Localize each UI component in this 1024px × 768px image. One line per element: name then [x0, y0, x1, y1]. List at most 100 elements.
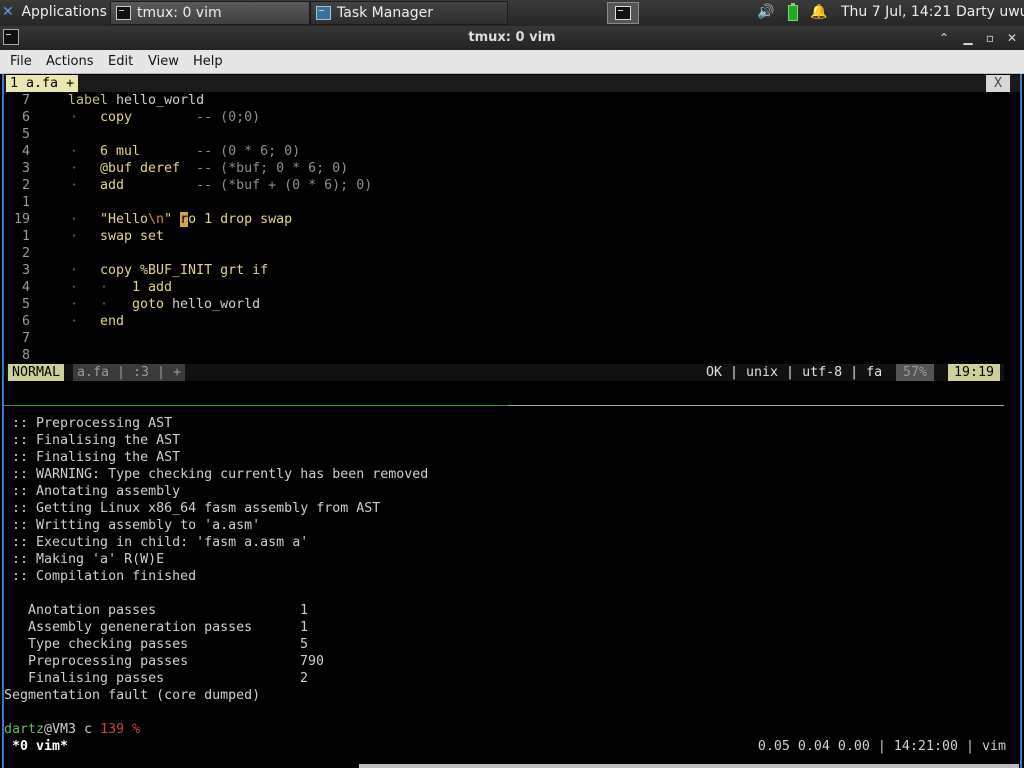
vim-line-number: 2	[21, 246, 30, 261]
panel-clock[interactable]: Thu 7 Jul, 14:21	[841, 0, 951, 26]
vim-line[interactable]: 3 · copy %BUF_INIT grt if	[4, 262, 1004, 279]
output-line: :: WARNING: Type checking currently has …	[12, 467, 429, 482]
vim-line-number: 8	[21, 348, 30, 363]
code-token: -- (*buf; 0 * 6; 0)	[180, 161, 349, 176]
terminal-area[interactable]: 1 a.fa + X 7 label hello_world 6 · copy -- (…	[2, 74, 1022, 768]
vim-line[interactable]: 3 · @buf deref -- (*buf; 0 * 6; 0)	[4, 160, 1004, 177]
tmux-pane-divider[interactable]	[4, 405, 1004, 406]
segfault-message: Segmentation fault (core dumped)	[4, 688, 261, 703]
vim-line[interactable]: 6 · copy -- (0;0)	[4, 109, 1004, 126]
vim-line-number: 5	[21, 297, 30, 312]
window-title: tmux: 0 vim	[468, 30, 556, 45]
vim-line[interactable]: 1	[4, 194, 1004, 211]
stat-name: Type checking passes	[28, 637, 189, 652]
vim-line-text: goto hello_world	[132, 296, 260, 313]
indent-guide: ·	[70, 297, 79, 312]
menu-bar: File Actions Edit View Help	[0, 50, 1024, 74]
volume-icon[interactable]: 🔊	[757, 0, 774, 26]
vim-line[interactable]: 4 · 6 mul -- (0 * 6; 0)	[4, 143, 1004, 160]
code-token: hello_world	[164, 297, 261, 312]
vim-cursor: r	[180, 212, 189, 227]
indent-guide: ·	[70, 161, 79, 176]
notification-bell-icon[interactable]: 🔔	[810, 0, 827, 26]
terminal-icon	[116, 6, 131, 20]
vim-line[interactable]: 6 · end	[4, 313, 1004, 330]
prompt-host: @VM3 c	[44, 722, 101, 737]
prompt-suffix: %	[124, 722, 141, 737]
battery-icon[interactable]	[788, 3, 798, 21]
stat-value: 1	[300, 603, 309, 618]
vim-line-text: copy -- (0;0)	[100, 109, 260, 126]
code-token: end	[100, 314, 125, 329]
vim-line[interactable]: 5 · · goto hello_world	[4, 296, 1004, 313]
vim-cursor-position: 19:19	[948, 364, 1001, 381]
vim-line-number: 1	[21, 229, 30, 244]
indent-guide: ·	[70, 178, 79, 193]
vim-line[interactable]: 8	[4, 347, 1004, 364]
horizontal-scrollbar[interactable]	[359, 764, 1019, 768]
taskbar-item-label: tmux: 0 vim	[137, 5, 222, 21]
stat-name: Anotation passes	[28, 603, 157, 618]
output-line: :: Making 'a' R(W)E	[12, 552, 165, 567]
indent-guide: ·	[70, 314, 79, 329]
indent-guide: ·	[70, 110, 79, 125]
indent-guide: ·	[70, 263, 79, 278]
vim-line[interactable]: 19 · "Hello\n" ro 1 drop swap	[4, 211, 1004, 228]
menu-help[interactable]: Help	[193, 50, 223, 73]
vim-scroll-percent: 57%	[896, 364, 935, 381]
taskbar-item-tmux[interactable]: tmux: 0 vim	[110, 1, 310, 25]
window-titlebar[interactable]: tmux: 0 vim ⌃ ▁ ▫ ✕	[0, 26, 1024, 50]
taskbar-item-label: Task Manager	[337, 5, 434, 21]
vim-line[interactable]: 4 · · 1 add	[4, 279, 1004, 296]
vim-line[interactable]: 5	[4, 126, 1004, 143]
code-token: 1 add	[132, 280, 173, 295]
stat-value: 1	[300, 620, 309, 635]
vim-line-number: 1	[21, 195, 30, 210]
vim-line[interactable]: 7 label hello_world	[4, 92, 1004, 109]
vim-tab-close-button[interactable]: X	[986, 75, 1010, 92]
indent-guide: ·	[70, 212, 79, 227]
indent-guide: ·	[100, 297, 109, 312]
indent-guide: ·	[100, 280, 109, 295]
vim-line-text: "Hello\n" ro 1 drop swap	[100, 211, 292, 228]
vim-line-text: 1 add	[132, 279, 172, 296]
menu-actions[interactable]: Actions	[46, 50, 94, 73]
vim-line-number: 7	[21, 93, 30, 108]
menu-file[interactable]: File	[10, 50, 32, 73]
code-token: @buf deref	[100, 161, 181, 176]
shade-icon[interactable]: ⌃	[934, 28, 954, 48]
taskbar-item-task-manager[interactable]: Task Manager	[310, 1, 508, 25]
vim-tab-active[interactable]: 1 a.fa +	[6, 75, 79, 92]
vim-line-number: 6	[21, 314, 30, 329]
maximize-icon[interactable]: ▫	[980, 28, 1000, 48]
vim-line[interactable]: 2	[4, 245, 1004, 262]
stat-value: 2	[300, 671, 309, 686]
prompt-user: dartz	[4, 722, 45, 737]
shell-prompt[interactable]: dartz@VM3 c 139 %	[4, 721, 140, 738]
code-token: add	[100, 178, 125, 193]
output-line: :: Writting assembly to 'a.asm'	[12, 518, 261, 533]
tmux-window-tab[interactable]: *0 vim*	[12, 738, 68, 755]
panel-user[interactable]: Darty uwu	[956, 0, 1024, 26]
xfce-logo-icon: ✕	[2, 4, 14, 20]
vim-line-number: 19	[13, 212, 30, 227]
applications-label: Applications	[21, 4, 107, 20]
indent-guide: ·	[70, 144, 79, 159]
menu-view[interactable]: View	[148, 50, 179, 73]
vim-line-text: add -- (*buf + (0 * 6); 0)	[100, 177, 372, 194]
code-token: goto	[132, 297, 165, 312]
tray-terminal-launcher[interactable]	[607, 2, 639, 24]
task-manager-icon	[316, 6, 331, 20]
minimize-icon[interactable]: ▁	[958, 28, 978, 48]
applications-menu[interactable]: ✕ Applications	[2, 0, 107, 26]
vim-line-number: 3	[21, 161, 30, 176]
vim-line[interactable]: 2 · add -- (*buf + (0 * 6); 0)	[4, 177, 1004, 194]
vim-mode: NORMAL	[8, 364, 65, 381]
close-icon[interactable]: ✕	[1002, 28, 1022, 48]
vim-line[interactable]: 7	[4, 330, 1004, 347]
stat-value: 5	[300, 637, 309, 652]
vim-line[interactable]: 1 · swap set	[4, 228, 1004, 245]
vim-line-text: 6 mul -- (0 * 6; 0)	[100, 143, 300, 160]
menu-edit[interactable]: Edit	[108, 50, 133, 73]
code-token: copy	[100, 110, 133, 125]
